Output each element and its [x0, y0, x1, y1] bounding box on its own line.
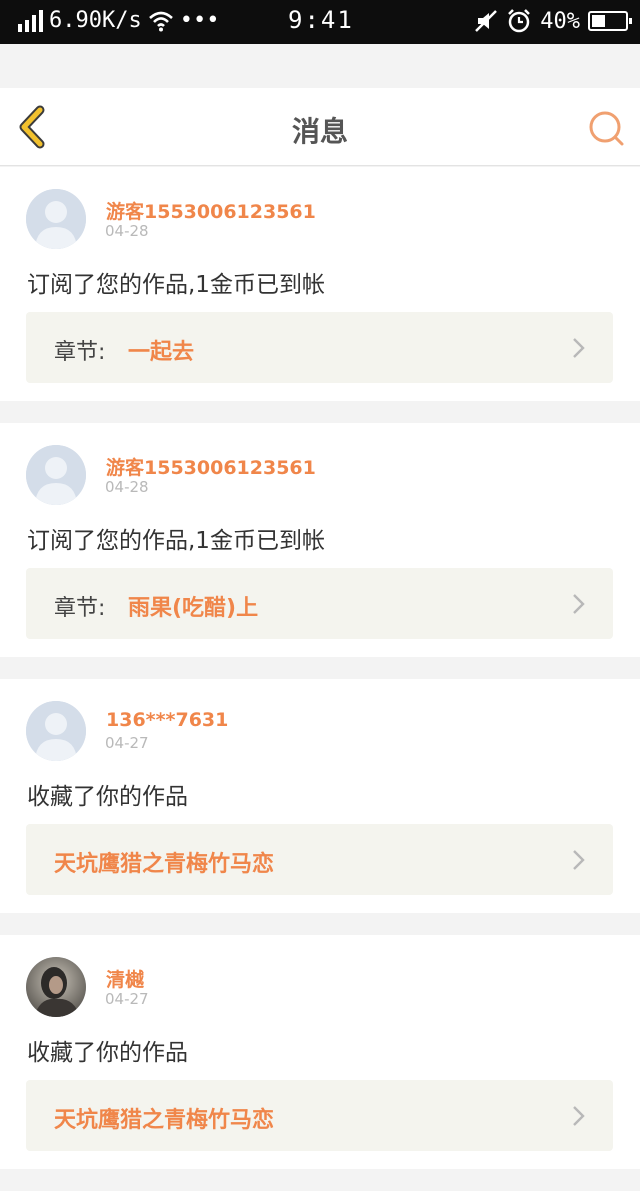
chapter-label: 章节:	[54, 596, 106, 621]
battery-icon	[588, 11, 632, 31]
action-text: 订阅了您的作品,1金币已到帐	[27, 528, 325, 554]
chevron-right-icon	[573, 850, 585, 870]
message-date: 04-28	[105, 478, 149, 496]
work-title: 一起去	[128, 340, 195, 365]
message-date: 04-28	[105, 222, 149, 240]
action-text: 收藏了你的作品	[27, 1040, 188, 1066]
photo-avatar	[26, 957, 86, 1017]
default-avatar-icon	[26, 701, 86, 761]
work-title: 天坑鹰猎之青梅竹马恋	[54, 852, 275, 877]
action-text: 订阅了您的作品,1金币已到帐	[27, 272, 325, 298]
search-icon[interactable]	[586, 108, 626, 148]
action-text: 收藏了你的作品	[27, 784, 188, 810]
chapter-label: 章节:	[54, 340, 106, 365]
chevron-right-icon	[573, 594, 585, 614]
status-bar: 6.90K/s ••• 9:41 40%	[0, 0, 640, 44]
avatar[interactable]	[26, 189, 86, 249]
message-card: 游客1553006123561 04-28 订阅了您的作品,1金币已到帐 章节:…	[0, 167, 640, 401]
work-link[interactable]: 章节: 一起去	[26, 312, 613, 383]
work-link[interactable]: 天坑鹰猎之青梅竹马恋	[26, 824, 613, 895]
work-title: 雨果(吃醋)上	[128, 596, 259, 621]
wifi-icon	[148, 11, 173, 31]
default-avatar-icon	[26, 445, 86, 505]
top-spacer	[0, 44, 640, 88]
message-date: 04-27	[105, 734, 149, 752]
work-title: 天坑鹰猎之青梅竹马恋	[54, 1108, 275, 1133]
clock: 9:41	[288, 6, 354, 34]
default-avatar-icon	[26, 189, 86, 249]
username[interactable]: 136***7631	[106, 709, 228, 731]
message-card: 136***7631 04-27 收藏了你的作品 天坑鹰猎之青梅竹马恋	[0, 679, 640, 913]
alarm-icon	[508, 9, 531, 33]
message-card: 游客1553006123561 04-28 订阅了您的作品,1金币已到帐 章节:…	[0, 423, 640, 657]
username[interactable]: 游客1553006123561	[106, 197, 316, 224]
chevron-right-icon	[573, 1106, 585, 1126]
username[interactable]: 游客1553006123561	[106, 453, 316, 480]
signal-icon	[18, 9, 43, 32]
message-list: 游客1553006123561 04-28 订阅了您的作品,1金币已到帐 章节:…	[0, 167, 640, 1191]
username[interactable]: 清樾	[106, 965, 144, 992]
avatar[interactable]	[26, 445, 86, 505]
avatar[interactable]	[26, 701, 86, 761]
header-bar: 消息	[0, 88, 640, 166]
message-date: 04-27	[105, 990, 149, 1008]
battery-fill	[592, 15, 605, 27]
battery-percent: 40%	[540, 8, 580, 34]
message-card: 清樾 04-27 收藏了你的作品 天坑鹰猎之青梅竹马恋	[0, 935, 640, 1169]
work-link[interactable]: 天坑鹰猎之青梅竹马恋	[26, 1080, 613, 1151]
page-title: 消息	[291, 115, 348, 148]
work-link[interactable]: 章节: 雨果(吃醋)上	[26, 568, 613, 639]
mute-icon	[475, 10, 498, 32]
more-dots: •••	[179, 8, 220, 33]
network-speed: 6.90K/s	[49, 8, 142, 33]
avatar[interactable]	[26, 957, 86, 1017]
chevron-right-icon	[573, 338, 585, 358]
